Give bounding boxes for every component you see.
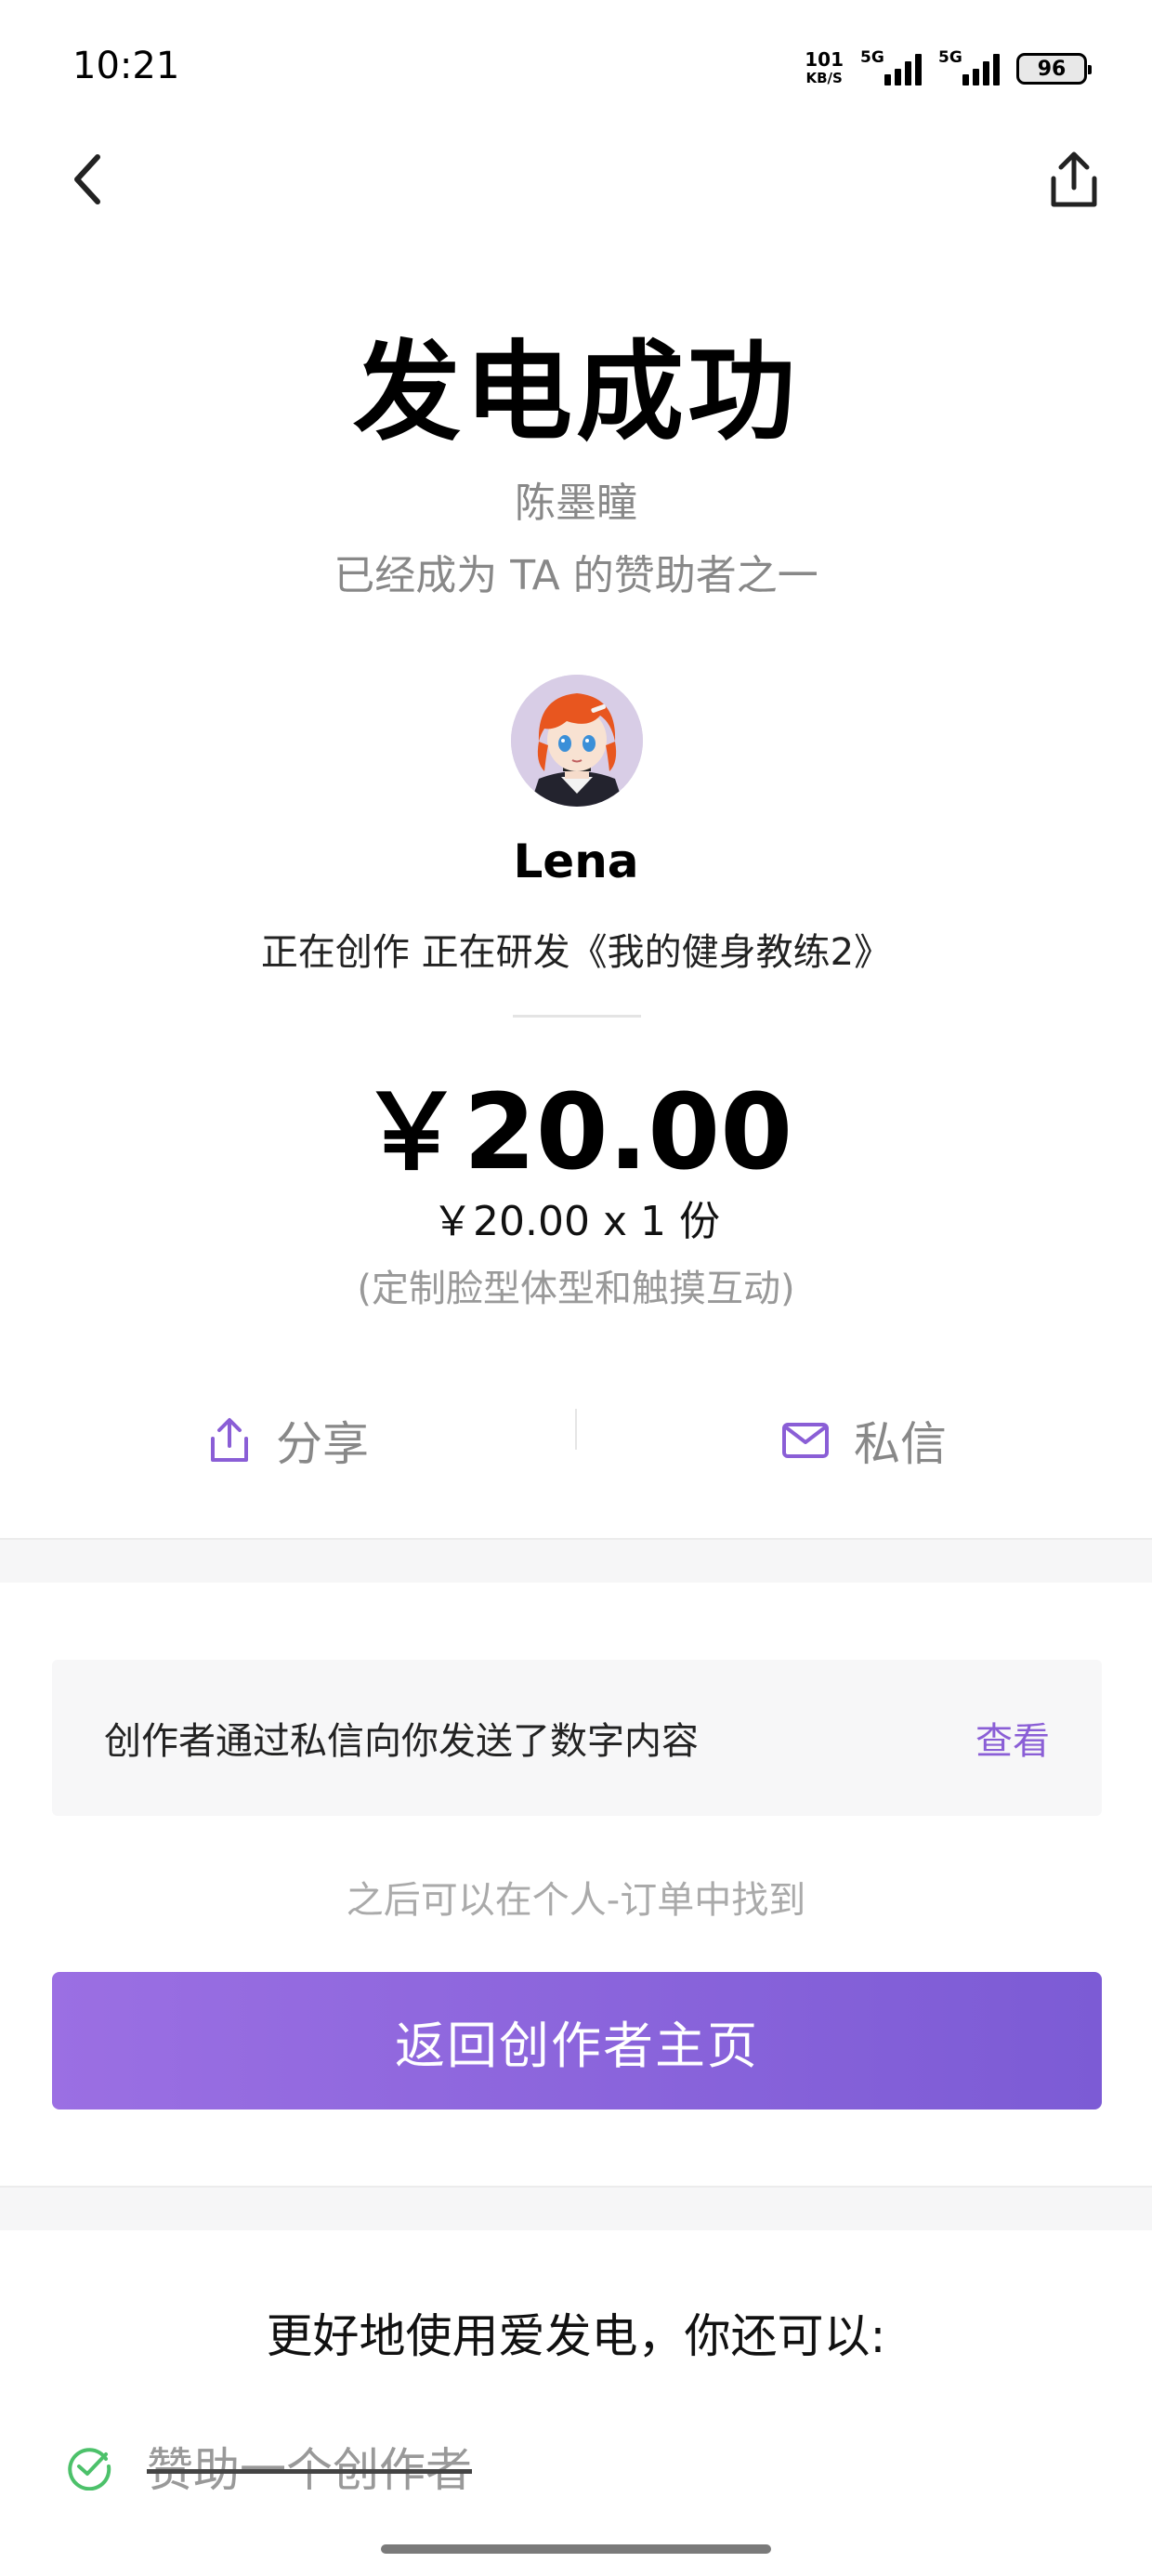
share-icon xyxy=(211,1418,248,1462)
action-row: 分享 私信 xyxy=(0,1385,1152,1496)
signal-icon: 5G xyxy=(938,48,1000,85)
network-speed-unit: KB/S xyxy=(805,70,843,86)
sponsor-status-text: 已经成为 TA 的赞助者之一 xyxy=(334,552,818,599)
share-action-button[interactable]: 分享 xyxy=(0,1385,576,1496)
home-indicator[interactable] xyxy=(381,2544,771,2554)
tip-item: 赞助一个创作者 xyxy=(65,2433,472,2500)
tip-item-label: 赞助一个创作者 xyxy=(147,2443,472,2497)
section-separator xyxy=(0,1538,1152,1583)
share-button[interactable] xyxy=(1041,147,1107,214)
signal-type-label: 5G xyxy=(938,48,962,67)
sponsor-name: 陈墨瞳 xyxy=(515,480,637,527)
divider xyxy=(575,1409,577,1450)
network-speed: 101 KB/S xyxy=(805,50,844,87)
battery-level: 96 xyxy=(1037,57,1067,81)
check-circle-icon xyxy=(68,2448,111,2491)
digital-content-notice: 创作者通过私信向你发送了数字内容 查看 xyxy=(52,1660,1102,1816)
payment-detail: ￥20.00 x 1 份 xyxy=(432,1198,720,1245)
battery-icon: 96 xyxy=(1016,53,1092,85)
signal-icon: 5G xyxy=(860,48,922,85)
page-title: 发电成功 xyxy=(353,330,799,455)
avatar[interactable] xyxy=(511,675,643,807)
view-link[interactable]: 查看 xyxy=(975,1711,1050,1765)
status-indicators: 101 KB/S 5G 5G 96 xyxy=(805,45,1092,93)
order-hint: 之后可以在个人-订单中找到 xyxy=(346,1879,806,1922)
divider xyxy=(513,1015,641,1018)
creator-name[interactable]: Lena xyxy=(0,835,1152,888)
status-bar: 10:21 101 KB/S 5G 5G 96 xyxy=(0,0,1152,130)
nav-bar xyxy=(0,130,1152,232)
share-action-label: 分享 xyxy=(276,1417,369,1471)
message-action-button[interactable]: 私信 xyxy=(576,1385,1152,1496)
notice-text: 创作者通过私信向你发送了数字内容 xyxy=(104,1720,699,1763)
tips-title: 更好地使用爱发电，你还可以: xyxy=(266,2309,886,2363)
plan-description: (定制脸型体型和触摸互动) xyxy=(357,1268,795,1310)
section-separator xyxy=(0,2186,1152,2230)
network-speed-value: 101 xyxy=(805,48,844,71)
return-to-creator-button[interactable]: 返回创作者主页 xyxy=(52,1972,1102,2109)
chevron-left-icon xyxy=(74,154,100,204)
mail-icon xyxy=(782,1423,829,1458)
share-upload-icon xyxy=(1051,151,1097,207)
message-action-label: 私信 xyxy=(854,1417,947,1471)
signal-type-label: 5G xyxy=(860,48,884,67)
payment-amount: ￥20.00 xyxy=(359,1072,793,1193)
creator-bio: 正在创作 正在研发《我的健身教练2》 xyxy=(260,931,892,974)
return-to-creator-label: 返回创作者主页 xyxy=(395,2017,759,2074)
status-time: 10:21 xyxy=(72,45,180,87)
back-button[interactable] xyxy=(56,147,121,212)
